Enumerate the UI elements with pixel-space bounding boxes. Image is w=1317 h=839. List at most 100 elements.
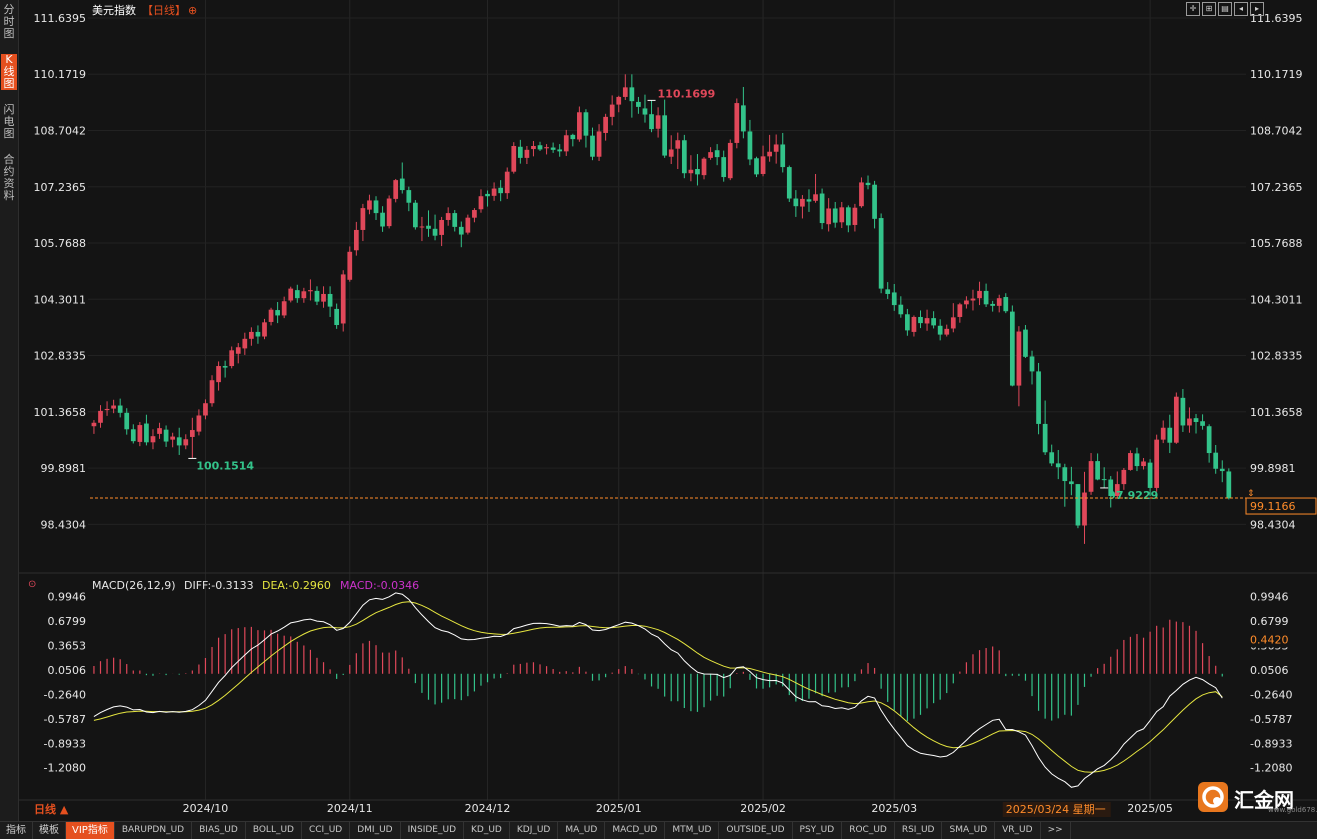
candle-body — [91, 422, 97, 427]
indicator-cci-ud[interactable]: CCI_UD — [302, 822, 351, 839]
macd-tick-right: -0.8933 — [1250, 737, 1292, 750]
period-tag: 【日线】 — [142, 3, 186, 17]
indicator-psy-ud[interactable]: PSY_UD — [793, 822, 843, 839]
candle-body — [701, 158, 707, 176]
sidebar-tab-3[interactable]: 合约资料 — [1, 154, 17, 202]
candle-body — [557, 149, 563, 152]
candle-body — [681, 140, 687, 174]
indicator-outside-ud[interactable]: OUTSIDE_UD — [719, 822, 793, 839]
sidebar: 分时图 K线图闪电图合约资料 — [0, 0, 19, 821]
candle-body — [1029, 356, 1035, 372]
indicator-sma-ud[interactable]: SMA_UD — [942, 822, 996, 839]
indicator-barupdn-ud[interactable]: BARUPDN_UD — [115, 822, 193, 839]
candle-body — [1121, 469, 1127, 485]
time-tick: 2024/10 — [183, 802, 229, 815]
sidebar-tab-0[interactable]: 分时图 — [1, 4, 17, 40]
candle-body — [347, 251, 353, 280]
indicator-macd-ud[interactable]: MACD_UD — [605, 822, 666, 839]
candle-body — [380, 212, 385, 227]
indicator-mtm-ud[interactable]: MTM_UD — [665, 822, 720, 839]
candle-body — [301, 291, 307, 299]
price-tick-left: 110.1719 — [34, 68, 87, 81]
indicator-kdj-ud[interactable]: KDJ_UD — [510, 822, 559, 839]
candle-body — [531, 146, 536, 150]
sidebar-tab-1[interactable]: K线图 — [1, 54, 17, 90]
indicator-dmi-ud[interactable]: DMI_UD — [350, 822, 401, 839]
candle-body — [1075, 484, 1081, 526]
candle-body — [242, 338, 248, 349]
crosshair-icon[interactable]: ✛ — [1186, 2, 1200, 16]
candle-body — [1154, 439, 1160, 488]
tab-templates[interactable]: 模板 — [33, 822, 66, 839]
candle-body — [839, 207, 845, 223]
indicator-kd-ud[interactable]: KD_UD — [464, 822, 510, 839]
candle-body — [983, 290, 989, 305]
candle-body — [1049, 452, 1055, 464]
candle-body — [1016, 331, 1022, 386]
price-tick-right: 102.8335 — [1250, 350, 1303, 363]
candle-body — [570, 134, 576, 140]
candles — [91, 74, 1232, 544]
candle-body — [905, 314, 910, 331]
candle-body — [629, 87, 635, 102]
candle-body — [1036, 371, 1041, 424]
indicator-bias-ud[interactable]: BIAS_UD — [192, 822, 246, 839]
price-tick-left: 108.7042 — [34, 125, 87, 138]
time-tick: 2025/05 — [1127, 802, 1173, 815]
candle-body — [485, 193, 490, 197]
expand-icon[interactable]: ⊞ — [1202, 2, 1216, 16]
candle-body — [1226, 471, 1232, 499]
macd-tick-left: 0.6799 — [48, 615, 87, 628]
candle-body — [353, 229, 359, 251]
price-tick-left: 99.8981 — [41, 462, 87, 475]
indicator-inside-ud[interactable]: INSIDE_UD — [401, 822, 464, 839]
chart-toolbar: ✛ ⊞ ▤ ◂ ▸ — [1184, 2, 1264, 16]
price-tick-left: 102.8335 — [34, 350, 87, 363]
tab-indicators[interactable]: 指标 — [0, 822, 33, 839]
chart-canvas[interactable]: 美元指数 【日线】 ⊕111.6395 111.6395110.1719 110.171… — [18, 0, 1317, 821]
candle-body — [314, 290, 320, 302]
candle-body — [1003, 297, 1009, 312]
price-tick-left: 104.3011 — [34, 293, 87, 306]
candle-body — [452, 213, 458, 227]
candle-body — [189, 430, 195, 437]
candle-body — [111, 405, 116, 409]
candle-body — [957, 304, 963, 317]
indicator-roc-ud[interactable]: ROC_UD — [842, 822, 895, 839]
candle-body — [675, 140, 681, 149]
cursor-date-label: 2025/03/24 星期一 — [1006, 803, 1106, 816]
candle-body — [996, 298, 1002, 306]
candle-body — [773, 144, 779, 152]
add-symbol-icon: ⊕ — [188, 4, 197, 17]
indicator-vr-ud[interactable]: VR_UD — [995, 822, 1041, 839]
candle-body — [1180, 397, 1186, 426]
macd-settings-icon: ⊙ — [28, 579, 36, 590]
indicator-ma-ud[interactable]: MA_UD — [558, 822, 606, 839]
candle-body — [327, 293, 333, 307]
candle-body — [216, 366, 221, 383]
candle-body — [734, 103, 740, 143]
price-tick-right: 98.4304 — [1250, 518, 1296, 531]
price-tick-left: 101.3658 — [34, 406, 87, 419]
indicator-rsi-ud[interactable]: RSI_UD — [895, 822, 943, 839]
layout-icon[interactable]: ▤ — [1218, 2, 1232, 16]
sidebar-tab-2[interactable]: 闪电图 — [1, 104, 17, 140]
candle-body — [924, 318, 930, 324]
macd-tick-right: 0.0506 — [1250, 664, 1289, 677]
candle-body — [806, 199, 812, 202]
macd-value-legend: MACD:-0.0346 — [340, 579, 419, 592]
candle-body — [767, 151, 772, 157]
previous-icon[interactable]: ◂ — [1234, 2, 1248, 16]
candle-body — [137, 425, 143, 442]
candle-body — [439, 219, 444, 235]
candle-body — [1062, 467, 1068, 482]
price-tick-left: 107.2365 — [34, 181, 87, 194]
candle-body — [498, 187, 504, 194]
candle-body — [872, 184, 877, 219]
indicator---[interactable]: >> — [1041, 822, 1071, 839]
indicator-boll-ud[interactable]: BOLL_UD — [246, 822, 302, 839]
macd-marker-label: 0.4420 — [1250, 633, 1289, 646]
candle-body — [845, 207, 851, 226]
next-icon[interactable]: ▸ — [1250, 2, 1264, 16]
tab-vip-indicators[interactable]: VIP指标 — [66, 822, 115, 839]
